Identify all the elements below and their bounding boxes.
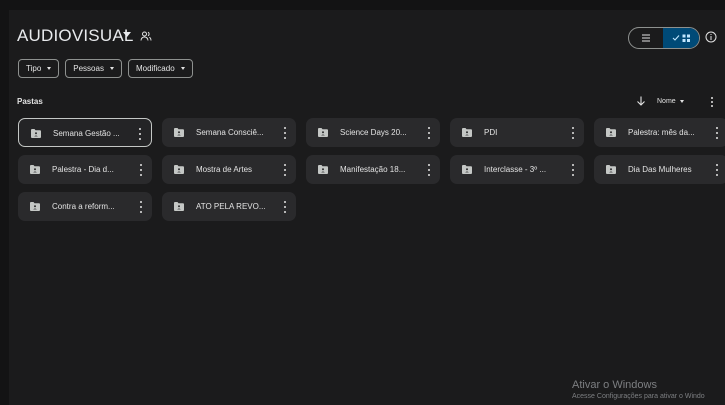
filter-type[interactable]: Tipo	[18, 59, 60, 78]
header: AUDIOVISUAL	[9, 10, 725, 60]
folder-name: Contra a reform...	[52, 202, 115, 211]
folder-name: Palestra: mês da...	[628, 128, 695, 137]
more-vert-icon[interactable]	[571, 127, 574, 139]
folder-name: Interclasse - 3º ...	[484, 165, 547, 174]
more-vert-icon[interactable]	[427, 127, 430, 139]
folder-card[interactable]: Semana Gestão ...	[18, 118, 152, 147]
shared-folder-icon	[174, 202, 184, 211]
caret-down-icon[interactable]	[123, 32, 131, 37]
folder-card[interactable]: Palestra: mês da...	[594, 118, 725, 147]
folder-card[interactable]: Palestra - Dia d...	[18, 155, 152, 184]
check-icon	[672, 35, 679, 41]
sort-label[interactable]: Nome	[657, 98, 676, 105]
info-icon[interactable]	[705, 31, 717, 43]
folder-name: PDI	[484, 128, 498, 137]
people-icon[interactable]	[140, 30, 152, 42]
folder-title[interactable]: AUDIOVISUAL	[17, 26, 134, 46]
shared-folder-icon	[30, 202, 40, 211]
more-vert-icon[interactable]	[283, 164, 286, 176]
shared-folder-icon	[31, 129, 41, 138]
shared-folder-icon	[318, 165, 328, 174]
shared-folder-icon	[462, 128, 472, 137]
filter-label: Pessoas	[73, 64, 104, 73]
filter-chips: Tipo Pessoas Modificado	[18, 59, 193, 78]
more-vert-icon[interactable]	[715, 164, 718, 176]
folder-name: Dia Das Mulheres	[628, 165, 692, 174]
folder-card[interactable]: Dia Das Mulheres	[594, 155, 725, 184]
watermark-subtitle: Acesse Configurações para ativar o Windo	[572, 393, 705, 400]
folder-card[interactable]: Contra a reform...	[18, 192, 152, 221]
more-vert-icon[interactable]	[427, 164, 430, 176]
shared-folder-icon	[30, 165, 40, 174]
folder-name: Palestra - Dia d...	[52, 165, 114, 174]
folder-name: Semana Gestão ...	[53, 129, 120, 138]
filter-label: Tipo	[26, 64, 42, 73]
shared-folder-icon	[462, 165, 472, 174]
more-vert-icon[interactable]	[139, 164, 142, 176]
view-toggle	[628, 27, 700, 49]
shared-folder-icon	[606, 165, 616, 174]
folder-grid: Semana Gestão ... Semana Consciê... Scienc…	[18, 118, 725, 221]
folder-card[interactable]: Science Days 20...	[306, 118, 440, 147]
caret-down-icon	[679, 99, 684, 103]
shared-folder-icon	[174, 165, 184, 174]
more-vert-icon[interactable]	[283, 127, 286, 139]
shared-folder-icon	[174, 128, 184, 137]
folder-name: ATO PELA REVO...	[196, 202, 266, 211]
more-vert-icon[interactable]	[710, 96, 714, 108]
more-vert-icon[interactable]	[715, 127, 718, 139]
folder-card[interactable]: ATO PELA REVO...	[162, 192, 296, 221]
more-vert-icon[interactable]	[283, 201, 286, 213]
folder-name: Mostra de Artes	[196, 165, 253, 174]
filter-people[interactable]: Pessoas	[65, 59, 122, 78]
grid-view-icon	[682, 34, 690, 42]
more-vert-icon[interactable]	[138, 128, 141, 140]
drive-window: AUDIOVISUAL Tipo Pessoas Modificado Past…	[9, 10, 725, 405]
folder-card[interactable]: Interclasse - 3º ...	[450, 155, 584, 184]
list-view-button[interactable]	[629, 28, 663, 48]
folder-name: Semana Consciê...	[196, 128, 264, 137]
folder-card[interactable]: Semana Consciê...	[162, 118, 296, 147]
list-view-icon	[642, 34, 650, 42]
folder-name: Science Days 20...	[340, 128, 407, 137]
filter-modified[interactable]: Modificado	[127, 59, 193, 78]
section-title: Pastas	[17, 97, 43, 106]
filter-label: Modificado	[135, 64, 175, 73]
folder-name: Manifestação 18...	[340, 165, 406, 174]
arrow-down-icon[interactable]	[635, 95, 647, 107]
sort-control[interactable]: Nome	[635, 95, 684, 107]
folder-card[interactable]: Manifestação 18...	[306, 155, 440, 184]
folder-card[interactable]: PDI	[450, 118, 584, 147]
caret-down-icon	[180, 67, 185, 70]
caret-down-icon	[109, 67, 114, 70]
caret-down-icon	[47, 67, 52, 70]
shared-folder-icon	[318, 128, 328, 137]
grid-view-button[interactable]	[663, 28, 699, 48]
watermark-title: Ativar o Windows	[572, 379, 657, 391]
shared-folder-icon	[606, 128, 616, 137]
windows-activation-watermark: Ativar o Windows Acesse Configurações pa…	[572, 379, 705, 400]
more-vert-icon[interactable]	[571, 164, 574, 176]
more-vert-icon[interactable]	[139, 201, 142, 213]
folder-card[interactable]: Mostra de Artes	[162, 155, 296, 184]
